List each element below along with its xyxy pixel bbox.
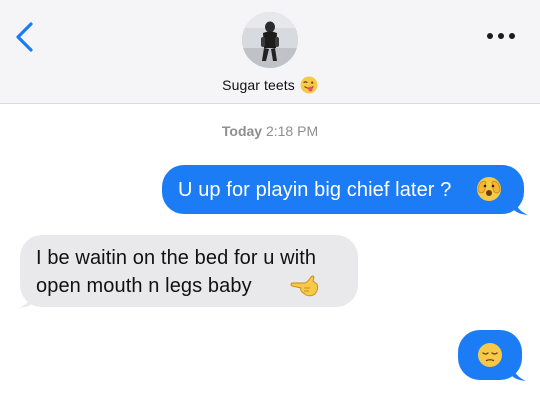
contact-name-button[interactable]: Sugar teets [222,76,318,94]
received-bubble-tail [19,291,33,308]
received-message-bubble[interactable]: I be waitin on the bed for u with open m… [20,235,358,307]
pensive-face-emoji-icon [477,342,503,375]
message-text-line-2: open mouth n legs baby [36,275,252,297]
message-text-line-1: I be waitin on the bed for u with [36,247,317,269]
contact-photo [242,12,298,68]
timestamp-time: 2:18 PM [265,123,319,139]
back-button[interactable] [12,20,40,54]
avatar[interactable] [242,12,298,68]
timestamp: Today 2:18 PM [0,123,540,139]
tongue-wink-emoji-icon [300,76,318,94]
sent-message-bubble[interactable]: U up for playin big chief later ? [162,165,524,214]
conversation-header: Sugar teets [0,0,540,104]
message-screen: Sugar teets Today 2:18 PM U up for playi… [0,0,540,402]
timestamp-day: Today [221,123,263,139]
sent-bubble-tail [512,364,526,381]
contact-info: Sugar teets [0,76,540,94]
sent-bubble-tail [514,198,528,215]
more-options-button[interactable] [484,28,518,44]
more-dots-icon [487,33,515,39]
face-hiding-eyes-emoji-icon [476,176,502,209]
contact-name: Sugar teets [222,77,295,93]
chevron-left-icon [16,22,33,52]
pointing-hand-emoji-icon [290,273,320,306]
message-text: U up for playin big chief later ? [178,179,452,201]
